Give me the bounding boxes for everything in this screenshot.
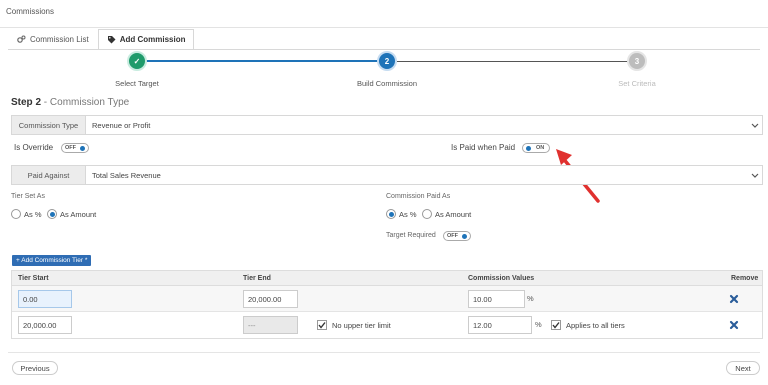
section-subtitle: - Commission Type [43, 97, 130, 108]
percent-sign: % [535, 320, 542, 329]
page-title: Commissions [6, 7, 55, 16]
tab-label: Commission List [30, 35, 89, 44]
is-override-toggle[interactable]: OFF [61, 143, 89, 153]
radio-dot [422, 209, 432, 219]
percent-sign: % [527, 294, 534, 303]
section-title: Step 2 - Commission Type [11, 97, 129, 108]
radio-dot [11, 209, 21, 219]
target-required-toggle[interactable]: OFF [443, 231, 471, 241]
paid-against-value: Total Sales Revenue [92, 170, 161, 180]
gears-icon [17, 35, 26, 44]
table-row: 20,000.00 --- No upper tier limit 12.00 … [12, 312, 762, 338]
tag-icon [107, 35, 116, 44]
footer-divider [8, 352, 760, 353]
header-divider [0, 27, 768, 28]
chevron-down-icon [748, 123, 762, 128]
tier-start-input[interactable]: 20,000.00 [18, 316, 72, 334]
radio-dot [386, 209, 396, 219]
tab-label: Add Commission [119, 35, 186, 44]
step-3-circle[interactable]: 3 [627, 51, 647, 71]
paid-against-label: Paid Against [12, 166, 86, 184]
is-override-label: Is Override [14, 143, 54, 152]
step-1-circle[interactable]: ✓ [127, 51, 147, 71]
tab-divider [8, 49, 760, 50]
commission-paid-as-percent-radio[interactable]: As % [386, 209, 417, 219]
stepper-line-pending [397, 61, 634, 62]
checkbox-label: Applies to all tiers [566, 320, 625, 330]
tier-set-as-label: Tier Set As [11, 193, 45, 200]
checkbox-box [317, 320, 327, 330]
step-indicator: Step 2 [11, 97, 42, 108]
table-header: Tier Start Tier End Commission Values Re… [12, 271, 762, 286]
checkbox-box [551, 320, 561, 330]
is-paid-when-paid-label: Is Paid when Paid [451, 143, 516, 152]
step-2-circle[interactable]: 2 [377, 51, 397, 71]
step-2-label: Build Commission [356, 79, 418, 88]
commission-type-value: Revenue or Profit [92, 120, 151, 130]
radio-label: As Amount [60, 209, 97, 219]
remove-icon[interactable] [729, 294, 739, 304]
radio-label: As Amount [435, 209, 472, 219]
step-3-label: Set Criteria [618, 79, 656, 88]
commission-value-input[interactable]: 10.00 [468, 290, 525, 308]
check-icon [318, 322, 326, 329]
toggle-knob [526, 145, 531, 151]
header-tier-start: Tier Start [18, 274, 49, 282]
commission-tier-table: Tier Start Tier End Commission Values Re… [11, 270, 763, 339]
tab-add-commission[interactable]: Add Commission [97, 29, 195, 50]
commission-paid-as-label: Commission Paid As [386, 193, 451, 200]
step-number: 3 [634, 56, 640, 66]
step-1-label: Select Target [115, 79, 159, 88]
target-required-label: Target Required [386, 232, 436, 239]
tab-bar: Commission List Add Commission [8, 29, 195, 50]
paid-against-select[interactable]: Paid Against Total Sales Revenue [11, 165, 763, 185]
tab-commission-list[interactable]: Commission List [8, 29, 98, 50]
commission-type-label: Commission Type [12, 116, 86, 134]
previous-button[interactable]: Previous [12, 361, 58, 375]
header-commission-values: Commission Values [468, 274, 535, 282]
checkbox-label: No upper tier limit [332, 320, 391, 330]
table-row: 0.00 20,000.00 10.00 % [12, 286, 762, 312]
tier-end-input-disabled: --- [243, 316, 298, 334]
toggle-knob [462, 233, 467, 239]
radio-dot [47, 209, 57, 219]
check-icon [552, 322, 560, 329]
toggle-text: OFF [65, 145, 76, 151]
no-upper-tier-limit-checkbox[interactable]: No upper tier limit [317, 320, 391, 330]
chevron-down-icon [748, 173, 762, 178]
commission-type-select[interactable]: Commission Type Revenue or Profit [11, 115, 763, 135]
stepper-line-complete [146, 60, 387, 62]
radio-label: As % [24, 209, 42, 219]
header-remove: Remove [731, 274, 759, 282]
add-commission-tier-button[interactable]: + Add Commission Tier * [12, 255, 92, 266]
next-button[interactable]: Next [726, 361, 760, 375]
check-icon: ✓ [133, 56, 141, 66]
step-number: 2 [384, 56, 390, 66]
tier-end-input[interactable]: 20,000.00 [243, 290, 298, 308]
tier-set-as-amount-radio[interactable]: As Amount [47, 209, 96, 219]
commission-value-input[interactable]: 12.00 [468, 316, 532, 334]
radio-label: As % [399, 209, 417, 219]
toggle-knob [80, 145, 85, 151]
header-tier-end: Tier End [243, 274, 271, 282]
remove-icon[interactable] [729, 320, 739, 330]
tier-start-input[interactable]: 0.00 [18, 290, 72, 308]
toggle-text: OFF [447, 233, 458, 239]
is-paid-when-paid-toggle[interactable]: ON [522, 143, 550, 153]
tier-set-as-percent-radio[interactable]: As % [11, 209, 42, 219]
applies-to-all-tiers-checkbox[interactable]: Applies to all tiers [551, 320, 625, 330]
toggle-text: ON [536, 145, 545, 151]
commission-paid-as-amount-radio[interactable]: As Amount [422, 209, 471, 219]
